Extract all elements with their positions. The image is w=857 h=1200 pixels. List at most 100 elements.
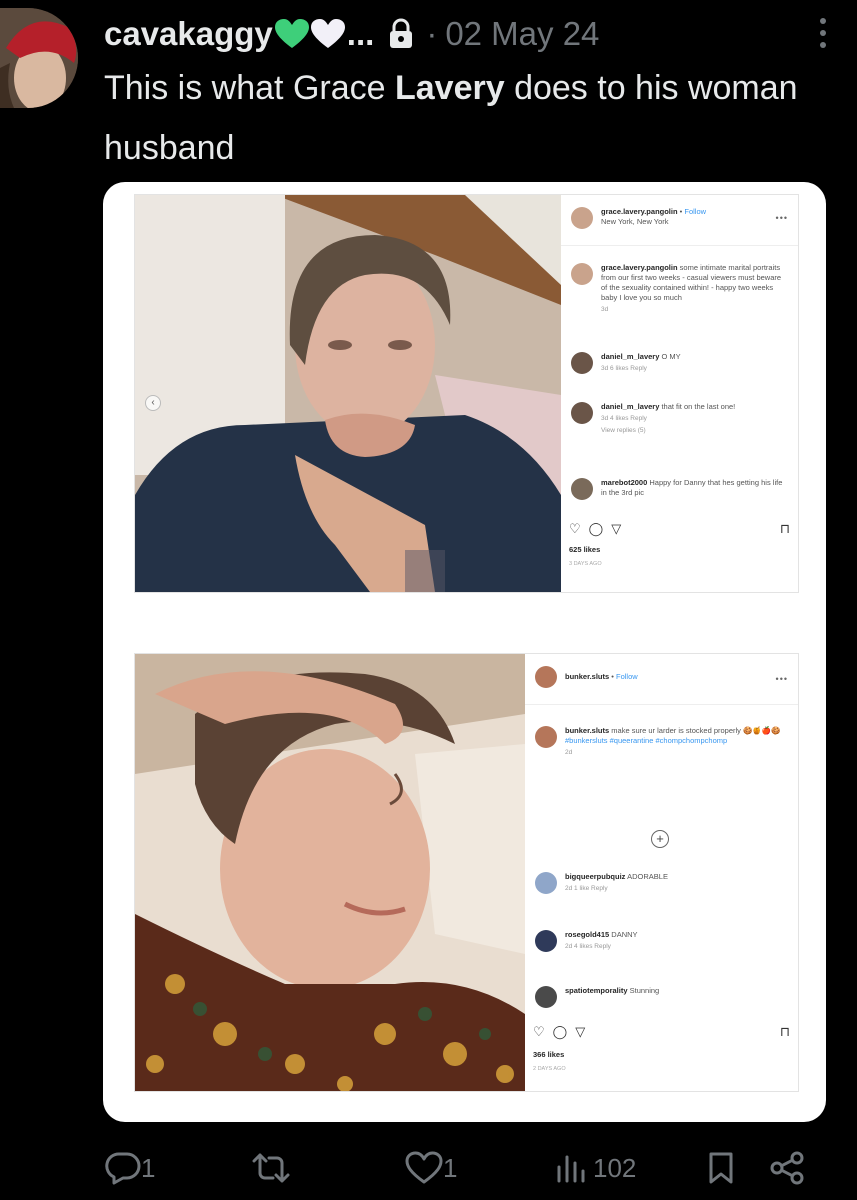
reply-icon bbox=[105, 1152, 141, 1185]
follow-link[interactable]: Follow bbox=[684, 207, 706, 216]
reply-button[interactable]: 1 bbox=[105, 1151, 155, 1185]
post-username[interactable]: bunker.sluts bbox=[565, 672, 609, 681]
comment-meta: 2d 1 like Reply bbox=[565, 885, 608, 892]
caption-hashtags[interactable]: #bunkersluts #queerantine #chompchompcho… bbox=[565, 736, 727, 745]
post-location[interactable]: New York, New York bbox=[601, 217, 669, 226]
likes-count[interactable]: 625 likes bbox=[569, 545, 600, 554]
comment-icon[interactable]: ◯ bbox=[589, 521, 604, 537]
view-replies-link[interactable]: View replies (5) bbox=[601, 426, 735, 436]
post-options-icon[interactable]: ••• bbox=[776, 674, 788, 684]
caption-text: make sure ur larder is stocked properly bbox=[611, 726, 741, 735]
comment-username[interactable]: daniel_m_lavery bbox=[601, 352, 659, 361]
views-icon bbox=[557, 1155, 585, 1183]
views-button[interactable]: 102 bbox=[553, 1151, 636, 1185]
avatar[interactable] bbox=[535, 930, 557, 952]
caption-age: 3d bbox=[601, 306, 609, 313]
likes-count[interactable]: 366 likes bbox=[533, 1050, 564, 1059]
retweet-button[interactable] bbox=[251, 1151, 291, 1185]
comment-username[interactable]: rosegold415 bbox=[565, 930, 609, 939]
comment-text: DANNY bbox=[611, 930, 638, 939]
comment-text: O MY bbox=[661, 352, 681, 361]
post-2-sidebar: bunker.sluts • Follow ••• bunker.sluts m… bbox=[525, 654, 798, 1091]
tweet-date[interactable]: 02 May 24 bbox=[445, 15, 599, 53]
tweet-text-part: This is what Grace bbox=[104, 69, 395, 107]
caption-age: 2d bbox=[565, 749, 573, 756]
post-2-actions: ♡ ◯ ▽ ⊓ bbox=[533, 1024, 790, 1040]
caption-username[interactable]: bunker.sluts bbox=[565, 726, 609, 735]
comment: marebot2000 Happy for Danny that hes get… bbox=[571, 478, 786, 500]
comment: bigqueerpubquiz ADORABLE 2d 1 like Reply bbox=[535, 872, 786, 894]
white-heart-icon bbox=[310, 19, 345, 48]
comment: rosegold415 DANNY 2d 4 likes Reply bbox=[535, 930, 786, 952]
post-2-photo bbox=[135, 654, 525, 1091]
comment-icon[interactable]: ◯ bbox=[553, 1024, 568, 1040]
comment-meta: 2d 4 likes Reply bbox=[565, 943, 611, 950]
like-icon bbox=[405, 1151, 443, 1184]
avatar[interactable] bbox=[535, 666, 557, 688]
post-1-sidebar: grace.lavery.pangolin • Follow New York, … bbox=[561, 195, 798, 592]
follow-link[interactable]: Follow bbox=[616, 672, 638, 681]
like-count: 1 bbox=[443, 1152, 458, 1183]
name-ellipsis: ... bbox=[346, 15, 375, 52]
author-avatar[interactable] bbox=[0, 8, 78, 108]
comment-text: ADORABLE bbox=[627, 872, 668, 881]
carousel-prev-icon[interactable]: ‹ bbox=[145, 395, 161, 411]
post-1-header: grace.lavery.pangolin • Follow New York, … bbox=[571, 207, 798, 229]
comment-username[interactable]: daniel_m_lavery bbox=[601, 402, 659, 411]
post-1-actions: ♡ ◯ ▽ ⊓ bbox=[569, 521, 790, 537]
share-icon[interactable]: ▽ bbox=[611, 521, 621, 537]
avatar[interactable] bbox=[571, 207, 593, 229]
instagram-post-2: bunker.sluts • Follow ••• bunker.sluts m… bbox=[134, 653, 799, 1092]
comment-text: that fit on the last one! bbox=[661, 402, 736, 411]
share-button[interactable] bbox=[769, 1151, 805, 1185]
views-count: 102 bbox=[593, 1152, 637, 1183]
lock-icon bbox=[390, 18, 413, 48]
comment-meta: 3d 6 likes Reply bbox=[601, 365, 647, 372]
comment-username[interactable]: spatiotemporality bbox=[565, 986, 628, 995]
like-icon[interactable]: ♡ bbox=[533, 1024, 545, 1040]
bookmark-icon[interactable]: ⊓ bbox=[780, 521, 790, 537]
post-age: 2 DAYS AGO bbox=[533, 1066, 566, 1072]
avatar[interactable] bbox=[535, 726, 557, 748]
author-name[interactable]: cavakaggy bbox=[104, 15, 273, 53]
avatar[interactable] bbox=[535, 986, 557, 1008]
bookmark-icon bbox=[709, 1152, 733, 1184]
post-1-photo: ‹ bbox=[135, 195, 561, 592]
header-separator: · bbox=[426, 15, 438, 52]
reply-count: 1 bbox=[141, 1152, 156, 1183]
comment-meta: 3d 4 likes Reply bbox=[601, 415, 647, 422]
avatar[interactable] bbox=[571, 402, 593, 424]
caption-emoji: 🍪🍯🍎🍪 bbox=[743, 726, 781, 735]
tweet-text: This is what Grace Lavery does to his wo… bbox=[104, 58, 824, 178]
post-username[interactable]: grace.lavery.pangolin bbox=[601, 207, 678, 216]
caption-username[interactable]: grace.lavery.pangolin bbox=[601, 263, 678, 272]
instagram-post-1: ‹ grace.lavery.pangolin • Follow New York… bbox=[134, 194, 799, 593]
bookmark-icon[interactable]: ⊓ bbox=[780, 1024, 790, 1040]
more-icon[interactable] bbox=[819, 16, 827, 50]
tweet-action-bar: 1 1 102 bbox=[105, 1148, 815, 1188]
comment: daniel_m_lavery O MY 3d 6 likes Reply bbox=[571, 352, 786, 374]
load-more-icon[interactable]: + bbox=[651, 830, 669, 848]
tweet-header: cavakaggy ... · 02 May 24 bbox=[104, 14, 837, 54]
share-icon[interactable]: ▽ bbox=[575, 1024, 585, 1040]
avatar[interactable] bbox=[535, 872, 557, 894]
green-heart-icon bbox=[274, 19, 309, 48]
like-button[interactable]: 1 bbox=[405, 1151, 457, 1185]
post-options-icon[interactable]: ••• bbox=[776, 213, 788, 223]
comment: spatiotemporality Stunning bbox=[535, 986, 786, 1008]
post-2-caption: bunker.sluts make sure ur larder is stoc… bbox=[535, 726, 786, 758]
like-icon[interactable]: ♡ bbox=[569, 521, 581, 537]
tweet-text-bold: Lavery bbox=[394, 69, 505, 107]
avatar[interactable] bbox=[571, 352, 593, 374]
media-image[interactable]: ‹ grace.lavery.pangolin • Follow New York… bbox=[103, 182, 826, 1122]
post-age: 3 DAYS AGO bbox=[569, 561, 602, 567]
post-2-header: bunker.sluts • Follow bbox=[535, 666, 798, 688]
comment-text: Stunning bbox=[629, 986, 660, 995]
comment-username[interactable]: marebot2000 bbox=[601, 478, 647, 487]
avatar[interactable] bbox=[571, 263, 593, 285]
avatar[interactable] bbox=[571, 478, 593, 500]
comment-username[interactable]: bigqueerpubquiz bbox=[565, 872, 625, 881]
share-icon bbox=[770, 1151, 804, 1185]
bookmark-button[interactable] bbox=[707, 1151, 735, 1185]
retweet-icon bbox=[252, 1153, 290, 1183]
